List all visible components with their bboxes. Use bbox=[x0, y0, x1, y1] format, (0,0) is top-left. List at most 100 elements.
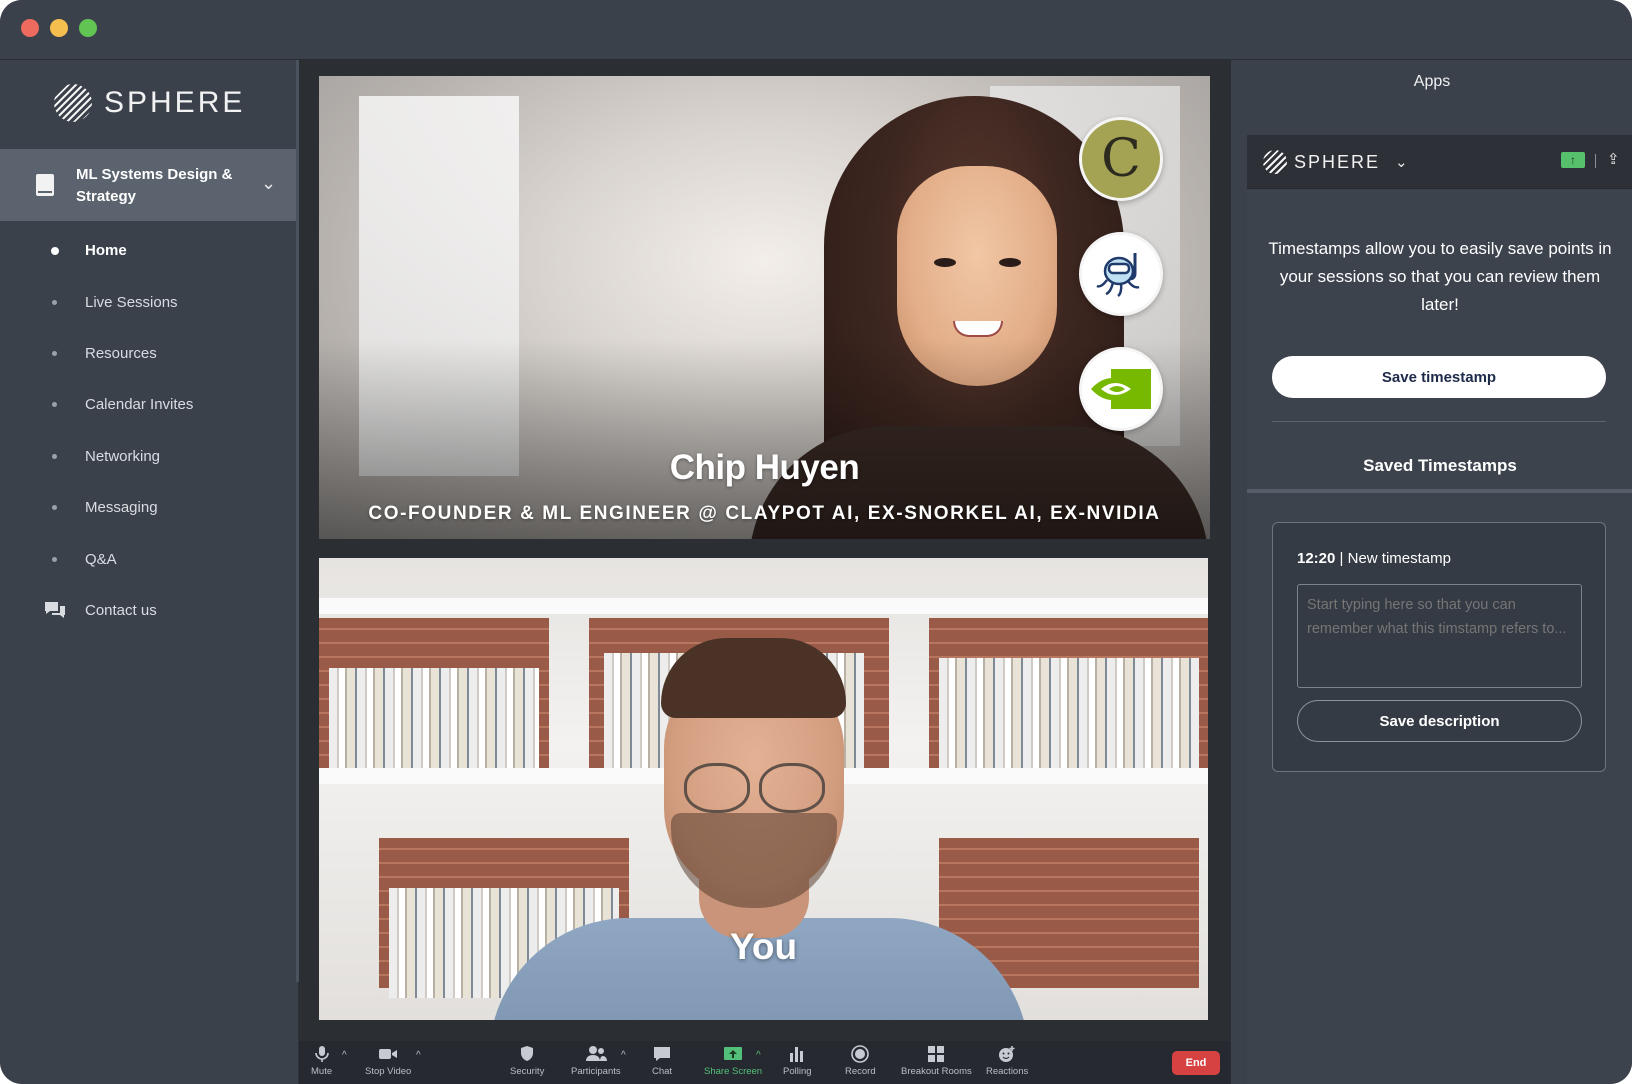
sidebar-item-resources[interactable]: Resources bbox=[0, 328, 296, 379]
nvidia-logo-icon bbox=[1079, 347, 1163, 431]
app-window: SPHERE ML Systems Design & Strategy ⌄ Ho… bbox=[0, 0, 1632, 1084]
maximize-window-button[interactable] bbox=[79, 19, 97, 37]
bullet-icon bbox=[52, 402, 57, 408]
camera-icon bbox=[379, 1049, 398, 1059]
share-options-caret-icon[interactable]: ^ bbox=[756, 1050, 761, 1061]
nvidia-eye-icon bbox=[1091, 369, 1151, 409]
save-timestamp-button[interactable]: Save timestamp bbox=[1272, 356, 1606, 398]
active-bullet-icon bbox=[51, 246, 59, 255]
octopus-icon bbox=[1096, 253, 1140, 297]
course-title: ML Systems Design & Strategy bbox=[76, 166, 233, 205]
sidebar-item-live-sessions[interactable]: Live Sessions bbox=[0, 276, 296, 327]
apps-title: Apps bbox=[1413, 73, 1451, 90]
books bbox=[329, 668, 539, 768]
speaker-video[interactable]: Chip Huyen CO-FOUNDER & ML ENGINEER @ CL… bbox=[319, 76, 1210, 539]
glasses-lens bbox=[759, 763, 825, 813]
security-label: Security bbox=[510, 1066, 545, 1077]
bullet-icon bbox=[52, 556, 57, 562]
microphone-icon bbox=[314, 1046, 329, 1062]
record-button[interactable]: Record bbox=[845, 1045, 876, 1077]
sidebar-item-qa[interactable]: Q&A bbox=[0, 533, 296, 584]
saved-timestamps-underline bbox=[1247, 489, 1632, 493]
share-screen-icon bbox=[724, 1047, 743, 1060]
sidebar-item-label: Home bbox=[85, 242, 127, 260]
share-screen-label: Share Screen bbox=[704, 1066, 763, 1077]
polling-button[interactable]: Polling bbox=[783, 1045, 812, 1077]
books bbox=[939, 658, 1199, 768]
timestamp-time: 12:20 bbox=[1297, 550, 1336, 567]
video-options-caret-icon[interactable]: ^ bbox=[416, 1050, 421, 1061]
self-label: You bbox=[729, 926, 798, 967]
reactions-button[interactable]: Reactions bbox=[986, 1045, 1028, 1077]
end-meeting-button[interactable]: End bbox=[1172, 1051, 1220, 1075]
toolbar-divider bbox=[1595, 154, 1596, 168]
timestamp-description-input[interactable] bbox=[1297, 584, 1582, 688]
share-app-icon[interactable]: ↑ bbox=[1561, 152, 1585, 168]
timestamp-title: New timestamp bbox=[1347, 550, 1451, 567]
smiley-plus-icon bbox=[999, 1046, 1015, 1062]
sidebar-item-networking[interactable]: Networking bbox=[0, 431, 296, 482]
speaker-role: CO-FOUNDER & ML ENGINEER @ CLAYPOT AI, E… bbox=[368, 503, 1161, 524]
participants-icon bbox=[585, 1046, 607, 1061]
sidebar-item-calendar-invites[interactable]: Calendar Invites bbox=[0, 379, 296, 430]
snorkel-logo-icon bbox=[1079, 232, 1163, 316]
chevron-down-icon: ⌄ bbox=[261, 173, 277, 193]
sidebar-item-label: Live Sessions bbox=[85, 293, 178, 311]
sidebar-item-label: Resources bbox=[85, 344, 157, 362]
mute-button[interactable]: Mute bbox=[311, 1045, 332, 1077]
sidebar-item-label: Q&A bbox=[85, 550, 117, 568]
apps-panel: Apps SPHERE ⌄ ↑ ⇪ Timestamps allow you t… bbox=[1230, 60, 1632, 1084]
reactions-label: Reactions bbox=[986, 1066, 1029, 1077]
sidebar-item-home[interactable]: Home bbox=[0, 225, 296, 276]
sphere-logo-icon bbox=[54, 84, 92, 122]
bar-chart-icon bbox=[790, 1047, 804, 1062]
sidebar-item-label: Messaging bbox=[85, 499, 158, 517]
mute-options-caret-icon[interactable]: ^ bbox=[342, 1050, 347, 1061]
breakout-rooms-button[interactable]: Breakout Rooms bbox=[901, 1045, 972, 1077]
upload-icon[interactable]: ⇪ bbox=[1607, 150, 1620, 168]
participants-button[interactable]: Participants bbox=[571, 1045, 621, 1077]
sidebar-item-contact-us[interactable]: Contact us bbox=[0, 585, 296, 636]
share-screen-button[interactable]: Share Screen bbox=[704, 1045, 762, 1077]
sidebar-item-messaging[interactable]: Messaging bbox=[0, 482, 296, 533]
speaker-name: Chip Huyen bbox=[669, 448, 860, 487]
timestamp-separator: | bbox=[1335, 550, 1348, 567]
save-description-button[interactable]: Save description bbox=[1297, 700, 1582, 742]
chat-bubbles-icon bbox=[45, 602, 65, 619]
stop-video-button[interactable]: Stop Video bbox=[365, 1045, 411, 1077]
brand-logo[interactable]: SPHERE bbox=[54, 84, 245, 122]
speaker-eye bbox=[934, 258, 956, 267]
bullet-icon bbox=[52, 350, 57, 356]
breakout-rooms-label: Breakout Rooms bbox=[901, 1066, 972, 1077]
course-selector[interactable]: ML Systems Design & Strategy ⌄ bbox=[0, 149, 300, 221]
sidebar-item-label: Networking bbox=[85, 447, 161, 465]
timestamp-card: 12:20 | New timestamp Save description bbox=[1272, 522, 1606, 772]
record-label: Record bbox=[845, 1066, 876, 1077]
grid-icon bbox=[928, 1046, 945, 1062]
participants-options-caret-icon[interactable]: ^ bbox=[621, 1050, 626, 1061]
chat-button[interactable]: Chat bbox=[652, 1045, 672, 1077]
security-button[interactable]: Security bbox=[510, 1045, 544, 1077]
book-icon bbox=[36, 174, 54, 196]
stop-video-label: Stop Video bbox=[365, 1066, 412, 1077]
section-divider bbox=[1272, 421, 1606, 422]
bullet-icon bbox=[52, 505, 57, 511]
sidebar-item-label: Contact us bbox=[85, 601, 157, 619]
window-titlebar bbox=[0, 0, 1632, 60]
bullet-icon bbox=[52, 453, 57, 459]
minimize-window-button[interactable] bbox=[50, 19, 68, 37]
self-video[interactable]: You bbox=[319, 558, 1208, 1020]
app-selector[interactable]: SPHERE ⌄ bbox=[1263, 150, 1408, 174]
shield-icon bbox=[521, 1046, 534, 1061]
sidebar: SPHERE ML Systems Design & Strategy ⌄ Ho… bbox=[0, 60, 300, 1084]
meeting-toolbar: Mute ^ Stop Video ^ Security Participant… bbox=[299, 1041, 1230, 1084]
mute-label: Mute bbox=[311, 1066, 333, 1077]
timestamp-heading: 12:20 | New timestamp bbox=[1297, 550, 1451, 567]
polling-label: Polling bbox=[783, 1066, 812, 1077]
timestamps-intro: Timestamps allow you to easily save poin… bbox=[1268, 239, 1612, 314]
chat-icon bbox=[654, 1047, 671, 1061]
shelf bbox=[319, 598, 1208, 614]
speaker-eye bbox=[999, 258, 1021, 267]
record-icon bbox=[851, 1045, 870, 1063]
close-window-button[interactable] bbox=[21, 19, 39, 37]
